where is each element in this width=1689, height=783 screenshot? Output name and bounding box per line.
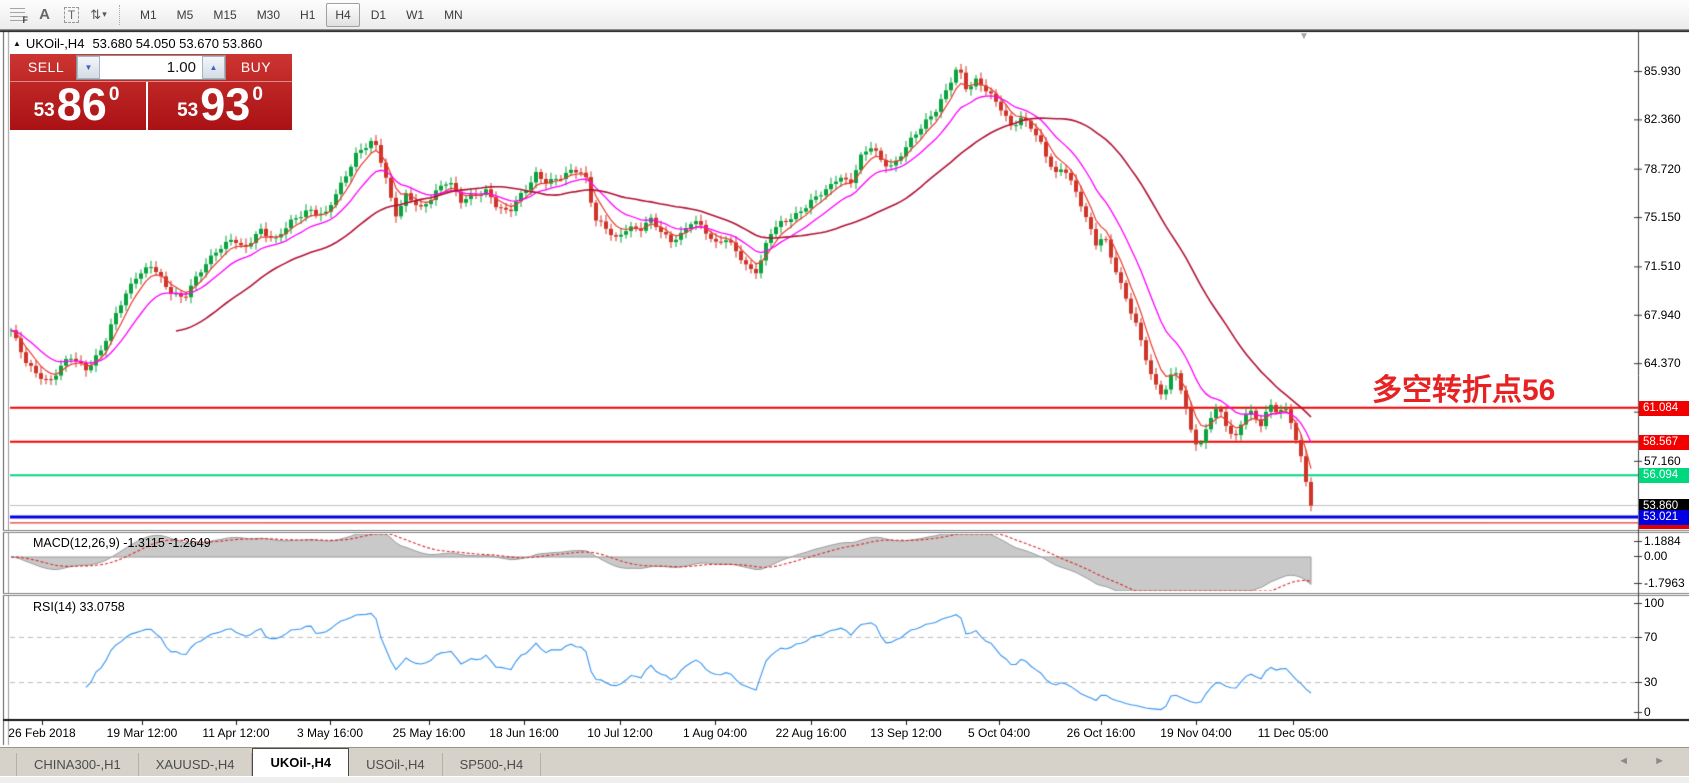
sell-price-big: 86 <box>57 84 107 126</box>
chart-title: ▲ UKOil-,H4 53.680 54.050 53.670 53.860 <box>13 36 262 51</box>
terminal-window: F A T ⇅ ▾ M1M5M15M30H1H4D1W1MN ▲UKOil-,H… <box>0 0 1689 782</box>
time-tick-label: 18 Jun 16:00 <box>489 726 558 740</box>
ohlc-values: 53.680 54.050 53.670 53.860 <box>92 36 262 51</box>
rsi-tick-label: 0 <box>1644 705 1651 719</box>
price-tick-label: 57.160 <box>1644 454 1681 468</box>
price-tick-label: 78.720 <box>1644 162 1681 176</box>
volume-input[interactable] <box>100 56 202 79</box>
tab-spacer <box>0 753 17 776</box>
time-tick-label: 25 May 16:00 <box>393 726 466 740</box>
volume-stepper: ▼ ▲ <box>76 55 226 80</box>
time-tick-label: 5 Oct 04:00 <box>968 726 1030 740</box>
macd-tick-label: -1.7963 <box>1644 576 1685 590</box>
sell-price-box[interactable]: 53860 <box>10 82 143 130</box>
price-tick-label: 75.150 <box>1644 210 1681 224</box>
price-badge: 53.021 <box>1639 510 1689 525</box>
macd-tick-label: 0.00 <box>1644 549 1667 563</box>
time-tick-label: 3 May 16:00 <box>297 726 363 740</box>
tab-china300h1[interactable]: CHINA300-,H1 <box>17 753 139 776</box>
sell-price-sup: 0 <box>109 84 120 106</box>
price-badge: 61.084 <box>1639 401 1689 416</box>
time-tick-label: 1 Aug 04:00 <box>683 726 747 740</box>
chart-tab-bar: CHINA300-,H1XAUUSD-,H4UKOil-,H4USOil-,H4… <box>0 747 1689 776</box>
time-tick-label: 19 Nov 04:00 <box>1160 726 1231 740</box>
price-tick-label: 85.930 <box>1644 64 1681 78</box>
tab-scroll-left-icon[interactable]: ◄ <box>1618 755 1629 767</box>
annotation-text: 多空转折点56 <box>1372 365 1555 409</box>
time-tick-label: 10 Jul 12:00 <box>587 726 652 740</box>
time-tick-label: 13 Sep 12:00 <box>870 726 941 740</box>
tab-scroll-arrows: ◄ ► <box>1596 755 1665 767</box>
tab-ukoilh4[interactable]: UKOil-,H4 <box>252 748 349 776</box>
buy-price-small: 53 <box>177 96 198 126</box>
buy-price-sup: 0 <box>252 84 263 106</box>
rsi-tick-label: 100 <box>1644 596 1664 610</box>
time-tick-label: 22 Aug 16:00 <box>776 726 847 740</box>
volume-decrease-button[interactable]: ▼ <box>77 56 100 79</box>
buy-button[interactable]: BUY <box>226 57 286 78</box>
sell-price-small: 53 <box>34 96 55 126</box>
price-badge: 58.567 <box>1639 435 1689 450</box>
chart-shift-marker-icon[interactable]: ▼ <box>1299 31 1309 42</box>
price-axis: 85.930 82.360 78.720 75.150 71.510 67.940 64.3… <box>1639 31 1689 532</box>
macd-tick-label: 1.1884 <box>1644 534 1681 548</box>
price-tick-label: 67.940 <box>1644 308 1681 322</box>
rsi-tick-label: 30 <box>1644 675 1657 689</box>
collapse-triangle-icon[interactable]: ▲ <box>13 39 21 48</box>
tab-sp500h4[interactable]: SP500-,H4 <box>443 753 542 776</box>
rsi-label: RSI(14) 33.0758 <box>33 600 125 614</box>
price-tick-label: 82.360 <box>1644 112 1681 126</box>
buy-price-big: 93 <box>200 84 250 126</box>
rsi-axis: 100 70 30 0 <box>1639 596 1689 719</box>
tab-xauusdh4[interactable]: XAUUSD-,H4 <box>139 753 253 776</box>
time-tick-label: 11 Apr 12:00 <box>202 726 269 740</box>
tab-scroll-right-icon[interactable]: ► <box>1654 755 1665 767</box>
tab-usoilh4[interactable]: USOil-,H4 <box>349 753 443 776</box>
sell-button[interactable]: SELL <box>16 57 76 78</box>
time-tick-label: 26 Oct 16:00 <box>1067 726 1136 740</box>
volume-increase-button[interactable]: ▲ <box>202 56 225 79</box>
macd-label: MACD(12,26,9) -1.3115 -1.2649 <box>33 536 211 550</box>
price-tick-label: 71.510 <box>1644 259 1681 273</box>
one-click-trading-panel: SELL ▼ ▲ BUY 53860 53930 <box>10 54 292 130</box>
time-tick-label: 26 Feb 2018 <box>8 726 75 740</box>
buy-price-box[interactable]: 53930 <box>146 82 292 130</box>
time-tick-label: 11 Dec 05:00 <box>1258 726 1329 740</box>
macd-axis: 1.18840.00 -1.7963 <box>1639 533 1689 593</box>
rsi-tick-label: 70 <box>1644 630 1657 644</box>
symbol-period-label: UKOil-,H4 <box>26 36 85 51</box>
price-badge: 56.094 <box>1639 468 1689 483</box>
price-tick-label: 64.370 <box>1644 356 1681 370</box>
time-tick-label: 19 Mar 12:00 <box>107 726 178 740</box>
